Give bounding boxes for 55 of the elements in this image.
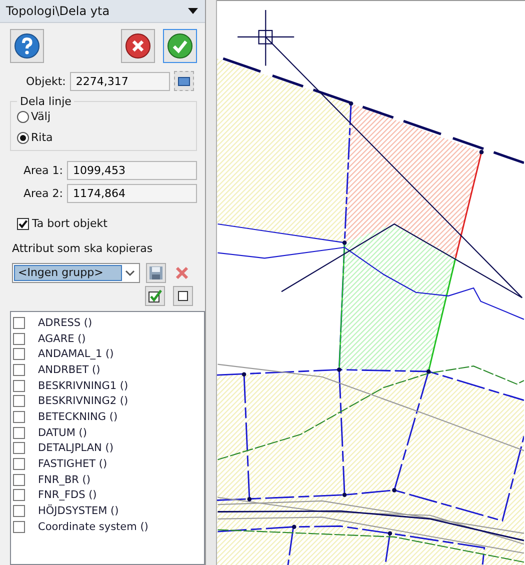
- attribute-checkbox[interactable]: [13, 474, 25, 486]
- area-field[interactable]: 1174,864: [67, 184, 197, 203]
- radio-label: Rita: [31, 131, 53, 144]
- area-label: Area 2:: [22, 187, 63, 200]
- save-button[interactable]: [146, 263, 166, 283]
- attribute-checkbox[interactable]: [13, 505, 25, 518]
- square-icon: [178, 291, 188, 301]
- help-button[interactable]: [10, 29, 44, 63]
- attribute-checkbox[interactable]: [13, 348, 25, 360]
- attribute-label: DATUM (): [38, 426, 87, 439]
- attribute-checkbox[interactable]: [13, 442, 25, 454]
- attribute-checkbox[interactable]: [13, 520, 25, 533]
- attribute-checkbox[interactable]: [13, 489, 25, 502]
- attribute-checkbox[interactable]: [13, 332, 25, 345]
- attribute-label: DETALJPLAN (): [38, 442, 114, 454]
- attribute-label: BESKRIVNING1 (): [38, 380, 128, 392]
- group-title: Dela linje: [19, 95, 72, 108]
- attribute-label: ADRESS (): [38, 316, 92, 329]
- attribute-label: Coordinate system (): [38, 520, 148, 533]
- objekt-label: Objekt:: [26, 74, 66, 88]
- uncheck-all-button[interactable]: [173, 286, 193, 306]
- cancel-button[interactable]: [121, 29, 155, 63]
- ta-bort-label: Ta bort objekt: [32, 217, 108, 230]
- radio-button[interactable]: [17, 132, 29, 144]
- radio-button[interactable]: [17, 110, 29, 122]
- attribute-checkbox[interactable]: [13, 426, 25, 439]
- chevron-icon: [124, 269, 136, 277]
- area-field[interactable]: 1099,453: [67, 161, 197, 180]
- window-icon: [178, 76, 190, 86]
- ta-bort-checkbox[interactable]: [17, 218, 29, 230]
- objekt-field[interactable]: 2274,317: [70, 72, 170, 90]
- attribute-checkbox[interactable]: [13, 458, 25, 470]
- attribute-label: ANDRBET (): [38, 364, 100, 376]
- attribute-label: FASTIGHET (): [38, 458, 108, 470]
- radio-label: Välj: [31, 110, 51, 123]
- group-dropdown[interactable]: <Ingen grupp>: [12, 263, 140, 283]
- select-object-button[interactable]: [174, 71, 194, 91]
- attribute-label: BESKRIVNING2 (): [38, 395, 128, 408]
- attribute-label: AGARE (): [38, 332, 86, 345]
- attribute-label: FNR_FDS (): [38, 489, 97, 502]
- check-all-button[interactable]: [145, 286, 165, 306]
- ok-button[interactable]: [163, 29, 197, 63]
- attribute-label: BETECKNING (): [38, 410, 118, 423]
- attribute-label: ANDAMAL_1 (): [38, 348, 114, 360]
- attribute-checkbox[interactable]: [13, 364, 25, 376]
- area-label: Area 1:: [22, 164, 63, 177]
- panel-title: Topologi\Dela yta: [6, 4, 110, 18]
- attribute-checkbox[interactable]: [13, 410, 25, 423]
- attribute-label: HÖJDSYSTEM (): [38, 505, 119, 518]
- attribut-heading: Attribut som ska kopieras: [12, 242, 153, 255]
- attribute-checkbox[interactable]: [13, 395, 25, 408]
- attribute-checkbox[interactable]: [13, 380, 25, 392]
- dropdown-arrow-icon[interactable]: [188, 8, 198, 14]
- attribute-checkbox[interactable]: [13, 316, 25, 329]
- attribute-label: FNR_BR (): [38, 474, 90, 486]
